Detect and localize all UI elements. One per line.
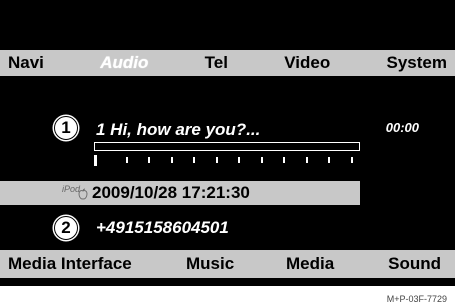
track-row: 1 1 Hi, how are you?... 00:00: [0, 116, 455, 142]
submenu-bar: Media Interface Music Media Sound: [0, 250, 455, 278]
progress-tick: [260, 157, 263, 163]
figure-caption: M+P-03F-7729: [386, 294, 447, 304]
progress-ticks: [94, 155, 360, 166]
submenu-sound[interactable]: Sound: [388, 254, 441, 274]
main-menu-bar: Navi Audio Tel Video System: [0, 50, 455, 76]
submenu-music[interactable]: Music: [186, 254, 234, 274]
callout-2: 2: [54, 216, 78, 240]
tab-tel[interactable]: Tel: [205, 53, 228, 73]
track-time: 00:00: [385, 120, 419, 135]
progress-tick: [215, 157, 218, 163]
progress-tick: [350, 157, 353, 163]
progress-tick: [305, 157, 308, 163]
track-title[interactable]: 1 Hi, how are you?...: [96, 120, 260, 140]
phone-number[interactable]: +4915158604501: [96, 218, 229, 238]
progress-tick: [94, 155, 97, 166]
progress-tick: [238, 157, 240, 163]
source-info-bar: iPod 2009/10/28 17:21:30: [0, 181, 360, 205]
tab-video[interactable]: Video: [284, 53, 330, 73]
progress-tick: [170, 157, 173, 163]
tab-audio[interactable]: Audio: [100, 53, 148, 73]
progress-tick: [283, 157, 285, 163]
progress-tick: [125, 157, 128, 163]
tab-system[interactable]: System: [387, 53, 447, 73]
submenu-media[interactable]: Media: [286, 254, 334, 274]
progress-bar[interactable]: [94, 142, 360, 151]
tab-navi[interactable]: Navi: [8, 53, 44, 73]
phone-row: 2 +4915158604501: [0, 215, 455, 241]
progress-tick: [328, 157, 330, 163]
apple-icon: [78, 188, 88, 200]
head-unit-display: Navi Audio Tel Video System 1 1 Hi, how …: [0, 0, 455, 286]
datetime: 2009/10/28 17:21:30: [92, 183, 250, 202]
submenu-media-interface[interactable]: Media Interface: [8, 254, 132, 274]
progress-tick: [148, 157, 150, 163]
callout-1: 1: [54, 116, 78, 140]
progress-tick: [193, 157, 195, 163]
